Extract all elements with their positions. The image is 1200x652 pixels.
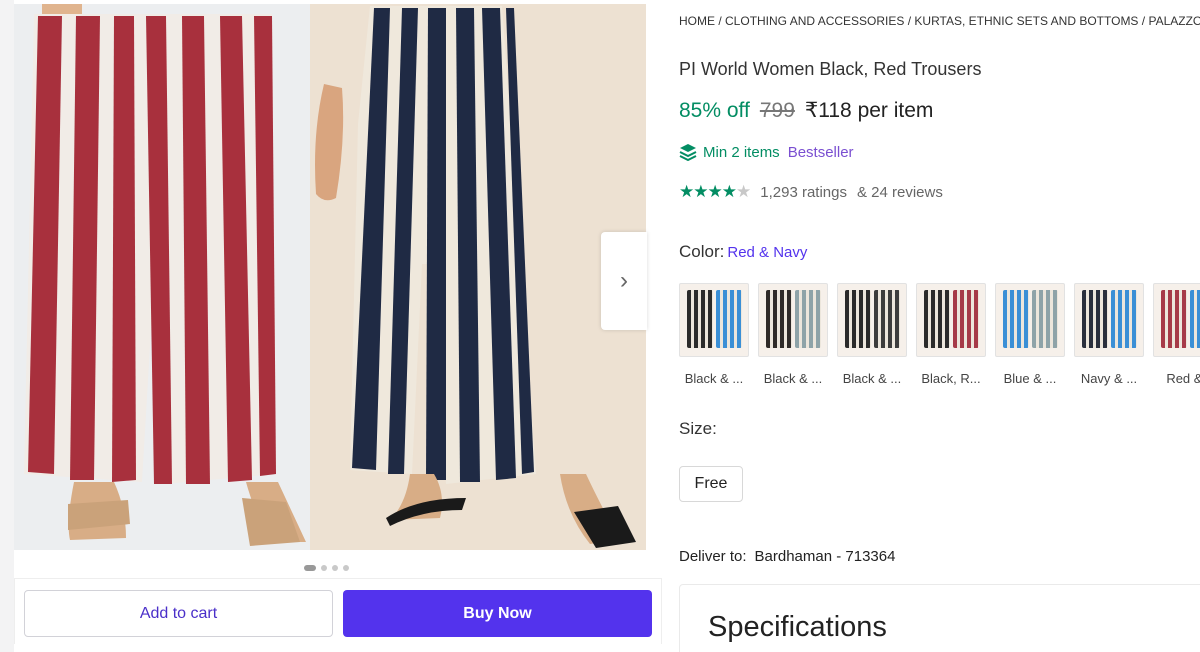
swatch-leg: [845, 290, 871, 348]
red-trousers-illustration: [14, 4, 310, 550]
color-swatch[interactable]: Black & ...: [758, 283, 828, 386]
color-swatch[interactable]: Black, R...: [916, 283, 986, 386]
min-items-label: Min 2 items: [703, 143, 780, 161]
next-image-button[interactable]: ›: [601, 232, 647, 330]
carousel-dot[interactable]: [321, 565, 327, 571]
color-swatch[interactable]: Red & I: [1153, 283, 1200, 386]
add-to-cart-button[interactable]: Add to cart: [24, 590, 333, 637]
swatch-image: [837, 283, 907, 357]
sale-price: ₹118 per item: [804, 99, 934, 122]
breadcrumb-separator: /: [1138, 14, 1149, 28]
chevron-right-icon: ›: [620, 267, 628, 294]
breadcrumb-item[interactable]: KURTAS, ETHNIC SETS AND BOTTOMS: [914, 14, 1138, 28]
selected-color: Red & Navy: [727, 244, 808, 261]
swatch-label: Red & I: [1166, 371, 1200, 386]
swatch-label: Navy & ...: [1080, 371, 1138, 386]
swatch-label: Blue & ...: [1003, 371, 1057, 386]
swatch-leg: [953, 290, 979, 348]
rating-row: ★★★★★ 1,293 ratings & 24 reviews: [679, 182, 943, 202]
carousel-dots: [304, 565, 349, 571]
color-swatch[interactable]: Black & ...: [837, 283, 907, 386]
product-image-red: [14, 4, 310, 550]
swatch-leg: [716, 290, 742, 348]
gallery-panel: › Add to cart Buy Now: [0, 0, 664, 652]
product-badges: Min 2 items Bestseller: [679, 143, 854, 161]
product-title: PI World Women Black, Red Trousers: [679, 59, 982, 79]
star-icon: ★: [707, 182, 723, 201]
swatch-leg: [795, 290, 821, 348]
swatch-leg: [1082, 290, 1108, 348]
product-details: HOME / CLOTHING AND ACCESSORIES / KURTAS…: [679, 0, 1200, 652]
star-half-icon: ★: [721, 182, 737, 201]
breadcrumb-separator: /: [715, 14, 726, 28]
swatch-leg: [1032, 290, 1058, 348]
swatch-label: Black, R...: [921, 371, 981, 386]
reviews-count[interactable]: & 24 reviews: [857, 184, 943, 201]
swatch-leg: [1190, 290, 1200, 348]
specifications-title: Specifications: [708, 611, 887, 643]
breadcrumb-item[interactable]: CLOTHING AND ACCESSORIES: [725, 14, 904, 28]
deliver-label: Deliver to:: [679, 548, 747, 565]
size-option-free[interactable]: Free: [679, 466, 743, 502]
color-swatches: Black & ... Black & ... Black & ... Black, …: [679, 283, 1200, 386]
star-rating: ★★★★★: [679, 182, 751, 202]
carousel-dot[interactable]: [332, 565, 338, 571]
delivery-location[interactable]: Bardhaman - 713364: [755, 548, 896, 565]
color-selector-label: Color: Red & Navy: [679, 242, 807, 262]
specifications-card: Specifications: [679, 584, 1200, 652]
size-label: Size:: [679, 419, 717, 438]
swatch-label: Black & ...: [842, 371, 902, 386]
swatch-image: [1074, 283, 1144, 357]
swatch-label: Black & ...: [763, 371, 823, 386]
ratings-count[interactable]: 1,293 ratings: [760, 184, 847, 201]
swatch-image: [916, 283, 986, 357]
price-row: 85% off 799 ₹118 per item: [679, 98, 933, 123]
min-items-badge: Min 2 items: [679, 143, 780, 161]
gallery-edge: [0, 0, 14, 652]
breadcrumb-separator: /: [904, 14, 915, 28]
swatch-image: [995, 283, 1065, 357]
discount-label: 85% off: [679, 99, 750, 122]
star-empty-icon: ★: [736, 182, 751, 201]
color-swatch[interactable]: Navy & ...: [1074, 283, 1144, 386]
original-price: 799: [759, 99, 795, 122]
bestseller-badge: Bestseller: [787, 143, 854, 161]
swatch-label: Black & ...: [684, 371, 744, 386]
color-swatch[interactable]: Blue & ...: [995, 283, 1065, 386]
carousel-dot[interactable]: [343, 565, 349, 571]
breadcrumb-item[interactable]: HOME: [679, 14, 715, 28]
delivery-info: Deliver to: Bardhaman - 713364: [679, 548, 895, 565]
swatch-image: [758, 283, 828, 357]
breadcrumb: HOME / CLOTHING AND ACCESSORIES / KURTAS…: [679, 14, 1200, 28]
color-label: Color:: [679, 242, 725, 261]
swatch-leg: [1161, 290, 1187, 348]
swatch-leg: [924, 290, 950, 348]
action-bar: Add to cart Buy Now: [14, 578, 662, 644]
stack-icon: [679, 144, 697, 161]
swatch-leg: [874, 290, 900, 348]
swatch-leg: [1003, 290, 1029, 348]
swatch-leg: [687, 290, 713, 348]
swatch-image: [1153, 283, 1200, 357]
star-icon: ★: [693, 182, 708, 201]
breadcrumb-item[interactable]: PALAZZOS: [1148, 14, 1200, 28]
swatch-leg: [1111, 290, 1137, 348]
product-image-navy: [310, 4, 646, 550]
color-swatch[interactable]: Black & ...: [679, 283, 749, 386]
navy-trousers-illustration: [310, 4, 646, 550]
product-image-carousel[interactable]: [14, 4, 646, 550]
carousel-dot[interactable]: [304, 565, 316, 571]
swatch-image: [679, 283, 749, 357]
buy-now-button[interactable]: Buy Now: [343, 590, 652, 637]
star-icon: ★: [679, 182, 694, 201]
swatch-leg: [766, 290, 792, 348]
